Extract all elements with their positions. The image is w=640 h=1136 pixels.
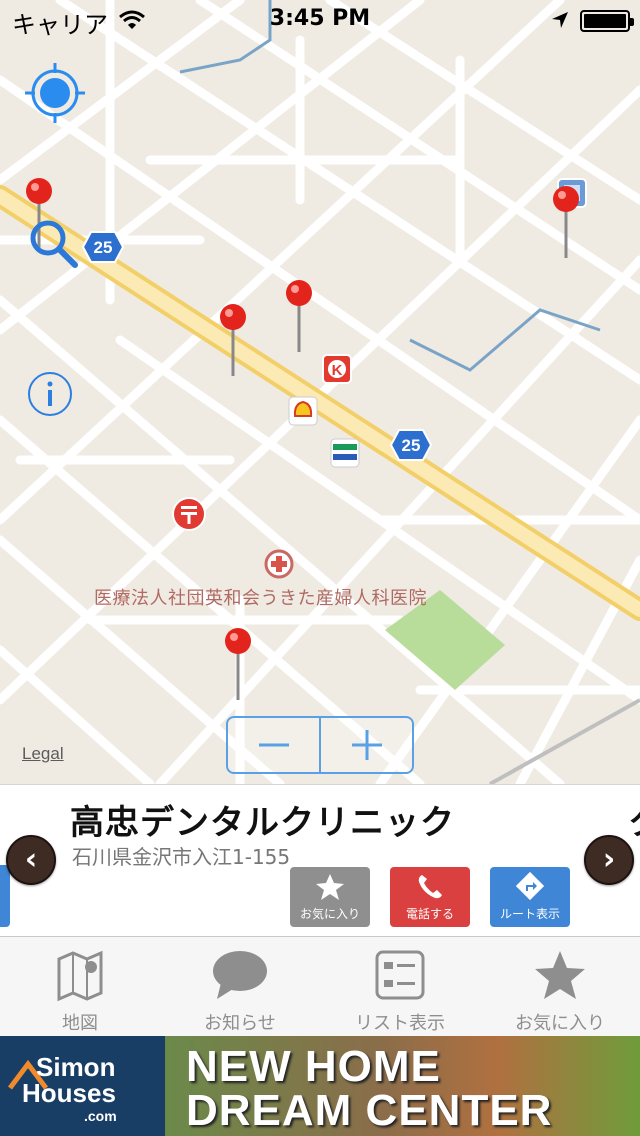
- svg-text:K: K: [332, 362, 343, 379]
- tab-list-label: リスト表示: [355, 1013, 445, 1034]
- app-screen: 25 25 K 医療法人社団英和会うきた産婦人科医院 Legal キャリア 3:…: [0, 0, 640, 1136]
- tab-favorites[interactable]: お気に入り: [480, 937, 640, 1036]
- zoom-in-button[interactable]: [321, 718, 412, 772]
- previous-clinic-button[interactable]: ‹: [6, 835, 56, 885]
- route-25-badge-2: 25: [390, 429, 432, 461]
- map-view[interactable]: 25 25 K 医療法人社団英和会うきた産婦人科医院 Legal: [0, 0, 640, 784]
- ad-logo-line2: Houses: [22, 1078, 116, 1108]
- map-roads: [0, 0, 640, 784]
- simon-houses-logo: Simon Houses .com: [0, 1036, 165, 1136]
- tab-map[interactable]: 地図: [0, 937, 160, 1036]
- clinic-info-panel: 高忠デンタルクリニック ク 石川県金沢市入江1-155 ‹ › お気に入り 電話…: [0, 784, 640, 936]
- next-clinic-name-partial: ク: [628, 795, 640, 844]
- star-icon: [316, 874, 344, 900]
- clinic-address: 石川県金沢市入江1-155: [72, 845, 291, 869]
- info-icon[interactable]: [26, 370, 74, 418]
- tab-favorites-label: お気に入り: [515, 1013, 605, 1034]
- ad-banner[interactable]: Simon Houses .com NEW HOME DREAM CENTER: [0, 1036, 640, 1136]
- status-time: 3:45 PM: [269, 6, 371, 31]
- call-button[interactable]: 電話する: [390, 867, 470, 927]
- tab-news-label: お知らせ: [204, 1013, 276, 1034]
- hospital-icon[interactable]: [264, 549, 294, 579]
- next-clinic-button[interactable]: ›: [584, 835, 634, 885]
- battery-icon: [580, 10, 634, 32]
- plus-icon: [351, 730, 382, 760]
- list-icon: [375, 950, 425, 1000]
- tab-bar: 地図 お知らせ リスト表示 お気に入り: [0, 936, 640, 1036]
- ad-headline-2: DREAM CENTER: [186, 1086, 553, 1135]
- favorite-button-label: お気に入り: [299, 907, 360, 921]
- chevron-right-icon: ›: [602, 842, 616, 877]
- previous-card-edge[interactable]: [0, 865, 10, 927]
- map-pin-5[interactable]: [221, 626, 277, 706]
- legal-link[interactable]: Legal: [22, 744, 64, 764]
- locate-me-icon[interactable]: [22, 60, 88, 126]
- tab-news[interactable]: お知らせ: [160, 937, 320, 1036]
- post-office-icon[interactable]: [171, 496, 207, 532]
- search-icon[interactable]: [28, 218, 80, 270]
- shell-station-icon[interactable]: [288, 396, 318, 426]
- svg-text:25: 25: [402, 436, 421, 455]
- status-bar: キャリア 3:45 PM: [0, 0, 640, 40]
- tab-list[interactable]: リスト表示: [320, 937, 480, 1036]
- directions-icon: [515, 871, 545, 901]
- map-pin-2[interactable]: [216, 302, 272, 382]
- route-button-label: ルート表示: [499, 907, 560, 921]
- tab-map-label: 地図: [62, 1013, 98, 1034]
- svg-text:25: 25: [94, 238, 113, 257]
- clinic-name: 高忠デンタルクリニック: [70, 803, 455, 843]
- star-icon: [535, 951, 585, 999]
- hospital-map-label: 医療法人社団英和会うきた産婦人科医院: [94, 588, 427, 609]
- zoom-out-button[interactable]: [228, 718, 319, 772]
- phone-icon: [418, 875, 442, 899]
- circle-k-store-icon[interactable]: K: [322, 354, 352, 384]
- ad-headline-1: NEW HOME: [186, 1042, 441, 1091]
- speech-bubble-icon: [213, 951, 267, 999]
- chevron-left-icon: ‹: [24, 842, 38, 877]
- map-icon: [57, 950, 103, 1002]
- favorite-button[interactable]: お気に入り: [290, 867, 370, 927]
- route-button[interactable]: ルート表示: [490, 867, 570, 927]
- map-pin-3[interactable]: [282, 278, 338, 358]
- ad-logo-line3: .com: [84, 1108, 117, 1124]
- minus-icon: [258, 743, 289, 747]
- route-25-badge-1: 25: [82, 231, 124, 263]
- call-button-label: 電話する: [405, 907, 454, 921]
- map-pin-4[interactable]: [549, 184, 605, 264]
- zoom-control: [226, 716, 414, 774]
- familymart-store-icon[interactable]: [330, 438, 360, 468]
- location-arrow-icon: [552, 12, 568, 28]
